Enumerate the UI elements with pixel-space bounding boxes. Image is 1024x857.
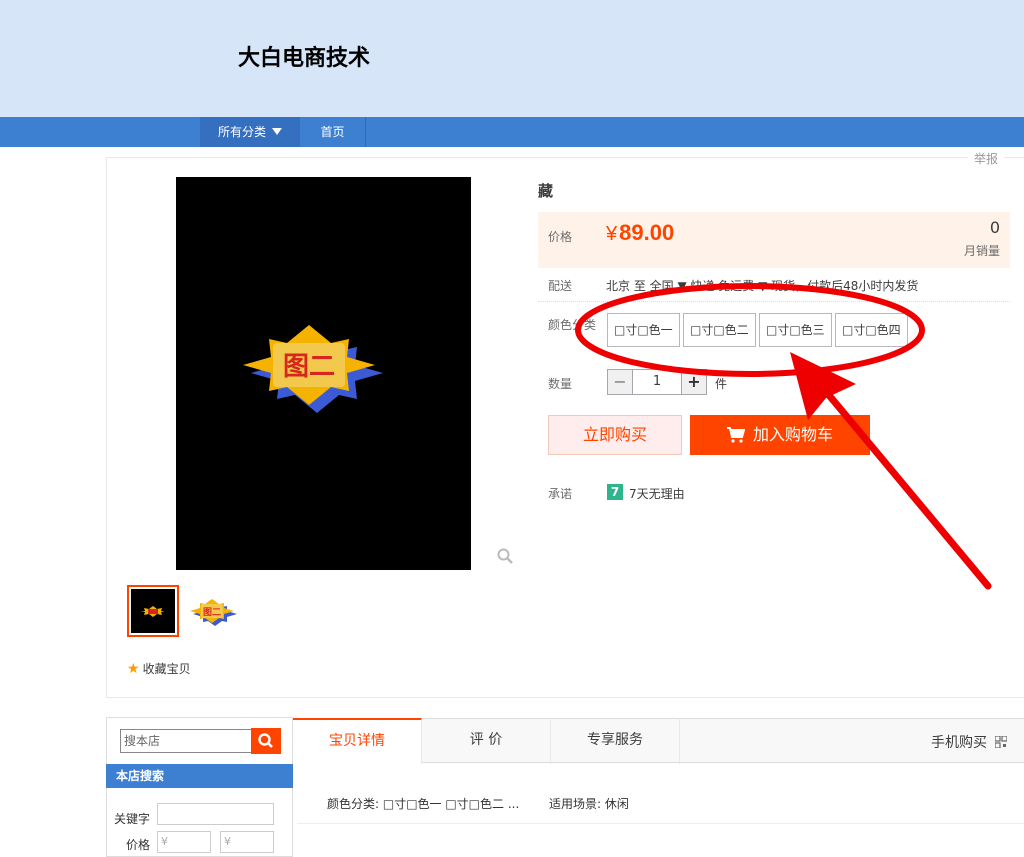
attribute-scene: 适用场景: 休闲 — [549, 797, 629, 811]
add-to-cart-label: 加入购物车 — [752, 425, 833, 444]
price-max-input[interactable]: ¥ — [220, 831, 274, 853]
store-search-input[interactable]: 搜本店 — [120, 729, 252, 753]
quantity-label: 数量 — [548, 377, 573, 391]
sidebar-price-label: 价格 — [126, 838, 151, 852]
favorite-label: 收藏宝贝 — [142, 662, 191, 676]
quantity-decrease-button[interactable]: − — [607, 369, 633, 395]
price-amount: 89.00 — [619, 220, 675, 245]
color-label: 颜色分类 — [548, 318, 597, 332]
sku-option-4[interactable]: □寸□色四 — [835, 313, 908, 347]
favorite-button[interactable]: ★ 收藏宝贝 — [127, 660, 191, 677]
magnifier-icon[interactable] — [497, 548, 513, 564]
price-value: ¥89.00 — [606, 220, 674, 246]
shipping-info[interactable]: 北京 至 全国 ▼ 快递 免运费 ▼ 现货，付款后48小时内发货 — [606, 277, 918, 294]
report-link[interactable]: 举报 — [968, 150, 1005, 167]
mobile-buy-label: 手机购买 — [931, 735, 987, 751]
currency-symbol: ¥ — [606, 223, 618, 245]
keyword-label: 关键字 — [114, 812, 151, 826]
thumbnail-2[interactable]: 图二 — [188, 590, 240, 632]
thumbnail-1[interactable] — [127, 585, 179, 637]
shop-header: 大白电商技术 — [0, 0, 1024, 117]
promise-label: 承诺 — [548, 487, 573, 501]
shipping-row: 配送 北京 至 全国 ▼ 快递 免运费 ▼ 现货，付款后48小时内发货 — [538, 270, 1010, 302]
thumbnail-2-text: 图二 — [203, 607, 221, 618]
sku-option-1[interactable]: □寸□色一 — [607, 313, 680, 347]
promise-text[interactable]: 7天无理由 — [629, 485, 685, 502]
price-label: 价格 — [548, 230, 573, 244]
price-min-input[interactable]: ¥ — [157, 831, 211, 853]
thumbnail-1-graphic — [141, 606, 165, 617]
keyword-input[interactable] — [157, 803, 274, 825]
monthly-sales-label: 月销量 — [963, 244, 1000, 258]
nav-home[interactable]: 首页 — [300, 117, 366, 147]
sku-option-2[interactable]: □寸□色二 — [683, 313, 756, 347]
store-search-button[interactable] — [251, 728, 281, 754]
nav-all-categories-label: 所有分类 — [217, 125, 266, 139]
monthly-sales-count: 0 — [989, 218, 1000, 237]
seven-day-return-icon: 7 — [607, 484, 623, 500]
store-search-heading: 本店搜索 — [106, 764, 293, 788]
product-image-graphic: 图二 — [243, 325, 383, 413]
shop-name[interactable]: 大白电商技术 — [238, 40, 370, 72]
tab-details[interactable]: 宝贝详情 — [293, 718, 422, 764]
search-icon — [258, 733, 273, 748]
product-main-image[interactable]: 图二 — [176, 177, 471, 570]
star-icon: ★ — [127, 661, 140, 677]
shipping-label: 配送 — [548, 279, 573, 293]
image-badge-text: 图二 — [283, 352, 335, 382]
price-box: 价格 ¥89.00 0 月销量 — [538, 212, 1010, 268]
thumbnail-2-graphic: 图二 — [190, 599, 237, 626]
shop-nav-bar: 所有分类 首页 — [0, 117, 1024, 147]
sku-option-3[interactable]: □寸□色三 — [759, 313, 832, 347]
nav-all-categories[interactable]: 所有分类 — [200, 117, 300, 147]
quantity-increase-button[interactable]: + — [681, 369, 707, 395]
tab-services[interactable]: 专享服务 — [551, 718, 680, 764]
attribute-color: 颜色分类: □寸□色一 □寸□色二 ... — [327, 797, 520, 811]
product-title: 藏 — [538, 182, 554, 200]
mobile-buy-button[interactable]: 手机购买 — [931, 732, 1008, 752]
tab-reviews[interactable]: 评 价 — [422, 718, 551, 764]
attribute-divider — [297, 823, 1024, 824]
add-to-cart-button[interactable]: 加入购物车 — [690, 415, 870, 455]
caret-down-icon — [272, 128, 282, 135]
quantity-unit: 件 — [715, 377, 728, 391]
cart-icon — [726, 427, 745, 443]
buy-now-button[interactable]: 立即购买 — [548, 415, 682, 455]
qr-code-icon — [995, 736, 1008, 748]
quantity-input[interactable]: 1 — [633, 369, 681, 395]
